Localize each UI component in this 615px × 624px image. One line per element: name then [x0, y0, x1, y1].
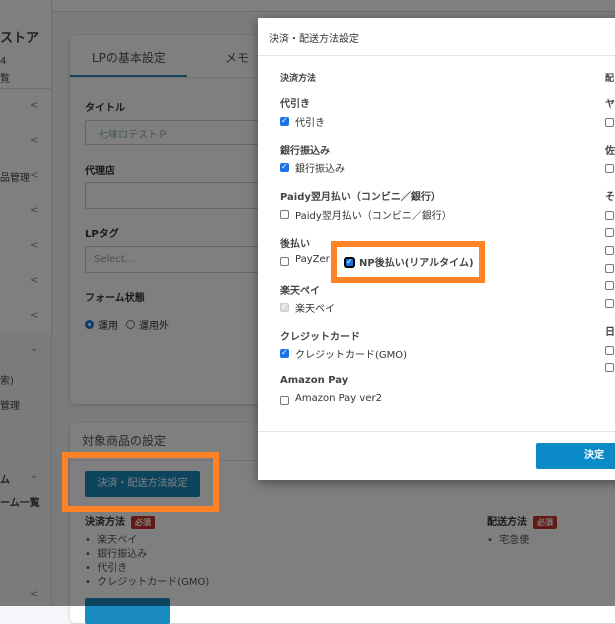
option-label: NP後払い(リアルタイム) — [359, 258, 474, 269]
shipping-checkbox[interactable] — [605, 211, 614, 220]
shipping-group-label: 日 — [605, 327, 615, 338]
option-label: 銀行振込み — [295, 164, 345, 175]
shipping-checkbox[interactable] — [605, 228, 614, 237]
checkbox-credit-card[interactable] — [280, 348, 289, 358]
option-label: クレジットカード(GMO) — [295, 350, 408, 361]
group-label: Amazon Pay — [280, 375, 349, 386]
shipping-checkbox[interactable] — [605, 346, 614, 355]
option-label: PayZer — [295, 254, 330, 265]
checkbox-np-atobarai[interactable] — [345, 257, 354, 267]
option-label: Paidy翌月払い（コンビニ／銀行） — [295, 211, 452, 222]
checkbox-payzero[interactable] — [280, 257, 289, 266]
confirm-button[interactable]: 決定 — [536, 443, 615, 469]
option-label: Amazon Pay ver2 — [295, 393, 382, 404]
shipping-checkbox[interactable] — [605, 264, 614, 273]
shipping-group-label: そ — [605, 192, 615, 203]
shipping-group-label: ヤ — [605, 99, 615, 110]
group-label: クレジットカード — [280, 332, 360, 343]
shipping-checkbox[interactable] — [605, 363, 614, 372]
shipping-checkbox[interactable] — [605, 281, 614, 290]
option-label: 楽天ペイ — [295, 304, 335, 315]
checkbox-cod[interactable] — [280, 116, 289, 126]
dialog-title: 決済・配送方法設定 — [269, 34, 359, 45]
group-label: 楽天ペイ — [280, 286, 320, 297]
shipping-group-label: 佐 — [605, 146, 615, 157]
group-label: 代引き — [280, 99, 310, 110]
highlight-box — [62, 452, 219, 512]
group-label: 銀行振込み — [280, 146, 330, 157]
option-label: 代引き — [295, 118, 325, 129]
shipping-checkbox[interactable] — [605, 164, 614, 173]
shipping-checkbox[interactable] — [605, 118, 614, 127]
highlight-box: NP後払い(リアルタイム) — [331, 241, 485, 283]
checkbox-paidy[interactable] — [280, 210, 289, 219]
shipping-checkbox[interactable] — [605, 246, 614, 255]
shipping-header: 配 — [605, 74, 615, 84]
shipping-checkbox[interactable] — [605, 299, 614, 308]
checkbox-amazon-pay[interactable] — [280, 396, 289, 405]
checkbox-rakuten-pay[interactable] — [280, 302, 289, 312]
payment-header: 決済方法 — [280, 74, 317, 84]
group-label: 後払い — [280, 239, 310, 250]
checkbox-bank-transfer[interactable] — [280, 162, 289, 172]
group-label: Paidy翌月払い（コンビニ／銀行） — [280, 192, 441, 203]
